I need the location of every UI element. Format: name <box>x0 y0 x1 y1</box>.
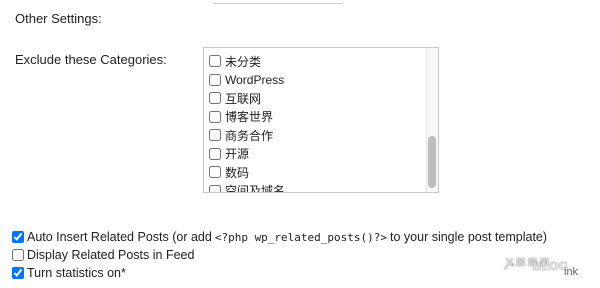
category-label: 互联网 <box>225 91 262 106</box>
category-checkbox[interactable] <box>209 73 221 86</box>
categories-list: 未分类 WordPress 互联网 博客世界 商务合作 开源 数码 空间及域名 <box>204 52 426 193</box>
category-checkbox[interactable] <box>209 92 221 105</box>
display-in-feed-option[interactable]: Display Related Posts in Feed <box>12 246 547 264</box>
category-item[interactable]: 互联网 <box>204 89 426 108</box>
category-label: 空间及域名 <box>225 184 286 193</box>
category-item[interactable]: 数码 <box>204 163 426 182</box>
exclude-categories-label: Exclude these Categories: <box>15 52 167 67</box>
category-checkbox[interactable] <box>209 147 221 160</box>
statistics-label: Turn statistics on* <box>27 266 126 280</box>
auto-insert-option[interactable]: Auto Insert Related Posts (or add <?php … <box>12 228 547 246</box>
category-label: 开源 <box>225 147 250 162</box>
category-checkbox[interactable] <box>209 129 221 142</box>
display-in-feed-checkbox[interactable] <box>12 249 24 261</box>
category-item[interactable]: 空间及域名 <box>204 182 426 193</box>
category-checkbox[interactable] <box>209 55 221 68</box>
auto-insert-label-post: to your single post template) <box>390 230 548 244</box>
top-divider <box>213 0 343 4</box>
display-in-feed-label: Display Related Posts in Feed <box>27 248 195 262</box>
category-item[interactable]: 开源 <box>204 145 426 164</box>
category-label: 未分类 <box>225 54 262 69</box>
category-label: 商务合作 <box>225 128 274 143</box>
category-label: 数码 <box>225 165 250 180</box>
category-label: WordPress <box>225 72 285 87</box>
category-checkbox[interactable] <box>209 184 221 192</box>
blog-watermark-logo: ꭘ⊠⊠⊠ BLOG ink <box>506 252 592 280</box>
auto-insert-checkbox[interactable] <box>12 231 24 243</box>
auto-insert-label-pre: Auto Insert Related Posts (or add <box>27 230 212 244</box>
category-item[interactable]: 博客世界 <box>204 108 426 127</box>
categories-listbox[interactable]: 未分类 WordPress 互联网 博客世界 商务合作 开源 数码 空间及域名 <box>203 47 439 193</box>
category-checkbox[interactable] <box>209 166 221 179</box>
php-template-code: <?php wp_related_posts()?> <box>214 230 388 244</box>
watermark-main: BLOG <box>532 260 569 273</box>
statistics-checkbox[interactable] <box>12 267 24 279</box>
category-label: 博客世界 <box>225 110 274 125</box>
watermark-tail: ink <box>564 266 579 278</box>
category-item[interactable]: WordPress <box>204 71 426 90</box>
listbox-scrollbar[interactable] <box>426 48 438 192</box>
scrollbar-thumb[interactable] <box>428 136 436 188</box>
category-item[interactable]: 未分类 <box>204 52 426 71</box>
section-title: Other Settings: <box>15 11 102 26</box>
category-item[interactable]: 商务合作 <box>204 126 426 145</box>
options-group: Auto Insert Related Posts (or add <?php … <box>12 228 547 282</box>
category-checkbox[interactable] <box>209 110 221 123</box>
statistics-option[interactable]: Turn statistics on* <box>12 264 547 282</box>
